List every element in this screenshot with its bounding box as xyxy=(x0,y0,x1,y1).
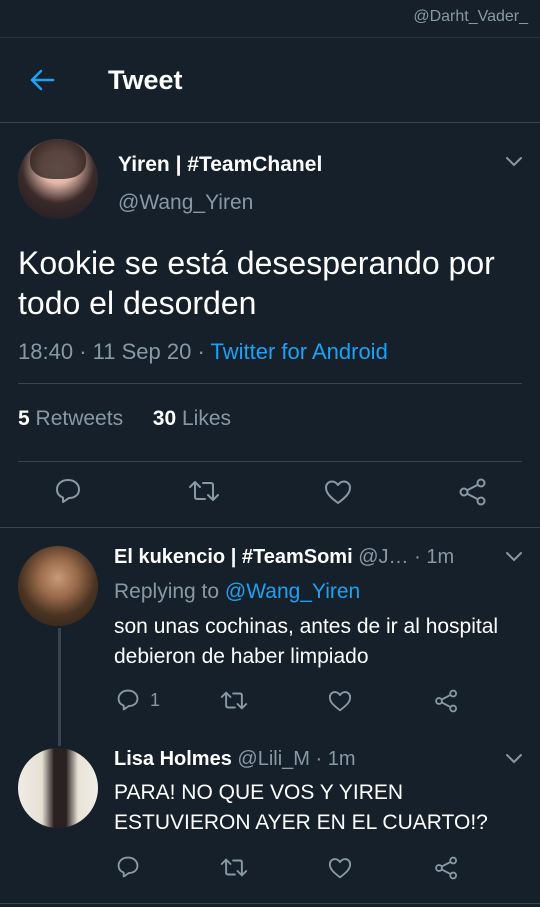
reply-time: 1m xyxy=(327,748,356,770)
watermark: @Darht_Vader_ xyxy=(413,8,528,25)
reply-header: Lisa Holmes @Lili_M · 1m xyxy=(114,748,356,770)
like-icon xyxy=(328,858,352,879)
share-icon xyxy=(435,856,457,880)
reply-count: 1 xyxy=(150,689,161,710)
meta-separator: · xyxy=(79,339,87,364)
tweet-time: 18:40 xyxy=(18,339,74,364)
author-handle[interactable]: @Wang_Yiren xyxy=(118,191,253,215)
retweet-icon xyxy=(220,858,248,877)
reply-button[interactable] xyxy=(116,855,140,879)
reply-icon xyxy=(117,856,139,878)
tweet-meta: 18:40 · 11 Sep 20 · Twitter for Android xyxy=(18,339,388,365)
replying-prefix: Replying to xyxy=(114,580,220,603)
share-icon xyxy=(435,689,457,713)
share-button[interactable] xyxy=(458,478,488,506)
avatar[interactable] xyxy=(18,139,98,219)
reply-author-name[interactable]: Lisa Holmes xyxy=(114,748,232,770)
retweets-count: 5 xyxy=(18,407,30,430)
like-icon xyxy=(328,691,352,712)
page-title: Tweet xyxy=(108,64,183,95)
divider xyxy=(18,383,522,384)
back-button[interactable] xyxy=(22,60,62,100)
tweet-source-link[interactable]: Twitter for Android xyxy=(211,339,388,364)
tweet-date: 11 Sep 20 xyxy=(92,339,192,364)
replying-to-link[interactable]: @Wang_Yiren xyxy=(225,580,360,603)
retweets-stat[interactable]: 5 Retweets xyxy=(18,407,129,430)
chevron-down-icon xyxy=(506,754,522,764)
retweets-label: Retweets xyxy=(35,407,124,430)
thread-connector xyxy=(58,628,61,746)
likes-count: 30 xyxy=(152,407,177,430)
likes-label: Likes xyxy=(181,407,231,430)
tweet-menu-button[interactable] xyxy=(503,546,525,568)
reply-icon xyxy=(117,689,139,711)
like-button[interactable] xyxy=(324,479,352,505)
section-divider xyxy=(0,527,540,528)
share-button[interactable] xyxy=(434,689,459,713)
tweet-menu-button[interactable] xyxy=(503,748,525,770)
reply-header: El kukencio | #TeamSomi @J… · 1m xyxy=(114,546,455,568)
retweet-button[interactable] xyxy=(188,478,220,504)
reply-author-name[interactable]: El kukencio | #TeamSomi xyxy=(114,546,353,568)
divider xyxy=(18,461,522,462)
reply-time: 1m xyxy=(426,546,455,568)
reply-button[interactable]: 1 xyxy=(116,688,160,712)
top-app-bar: Tweet xyxy=(0,38,540,123)
back-arrow-icon xyxy=(30,69,55,91)
reply-text: son unas cochinas, antes de ir al hospit… xyxy=(114,615,499,668)
chevron-down-icon xyxy=(506,157,522,167)
chevron-down-icon xyxy=(506,552,522,562)
share-icon xyxy=(459,478,486,506)
retweet-icon xyxy=(220,691,248,710)
avatar[interactable] xyxy=(18,748,98,828)
reply-icon xyxy=(56,479,80,503)
replying-to: Replying to @Wang_Yiren xyxy=(114,580,360,604)
meta-separator: · xyxy=(197,339,205,364)
reply-author-handle[interactable]: @Lili_M xyxy=(237,748,310,770)
reply-text: PARA! NO QUE VOS Y YIREN ESTUVIERON AYER… xyxy=(114,781,488,834)
reply-author-handle[interactable]: @J… xyxy=(358,546,408,568)
section-divider xyxy=(0,903,540,904)
like-button[interactable] xyxy=(328,857,352,879)
tweet-menu-button[interactable] xyxy=(503,151,525,173)
tweet-text: Kookie se está desesperando por todo el … xyxy=(18,245,495,321)
retweet-button[interactable] xyxy=(220,856,248,879)
reply-button[interactable] xyxy=(54,477,82,505)
like-icon xyxy=(325,480,351,504)
avatar[interactable] xyxy=(18,546,98,626)
retweet-icon xyxy=(189,481,219,501)
share-button[interactable] xyxy=(434,856,459,880)
likes-stat[interactable]: 30 Likes xyxy=(153,407,231,430)
retweet-button[interactable] xyxy=(220,689,248,712)
author-name[interactable]: Yiren | #TeamChanel xyxy=(118,153,322,177)
tweet-stats: 5 Retweets 30 Likes xyxy=(18,407,231,431)
like-button[interactable] xyxy=(328,690,352,712)
